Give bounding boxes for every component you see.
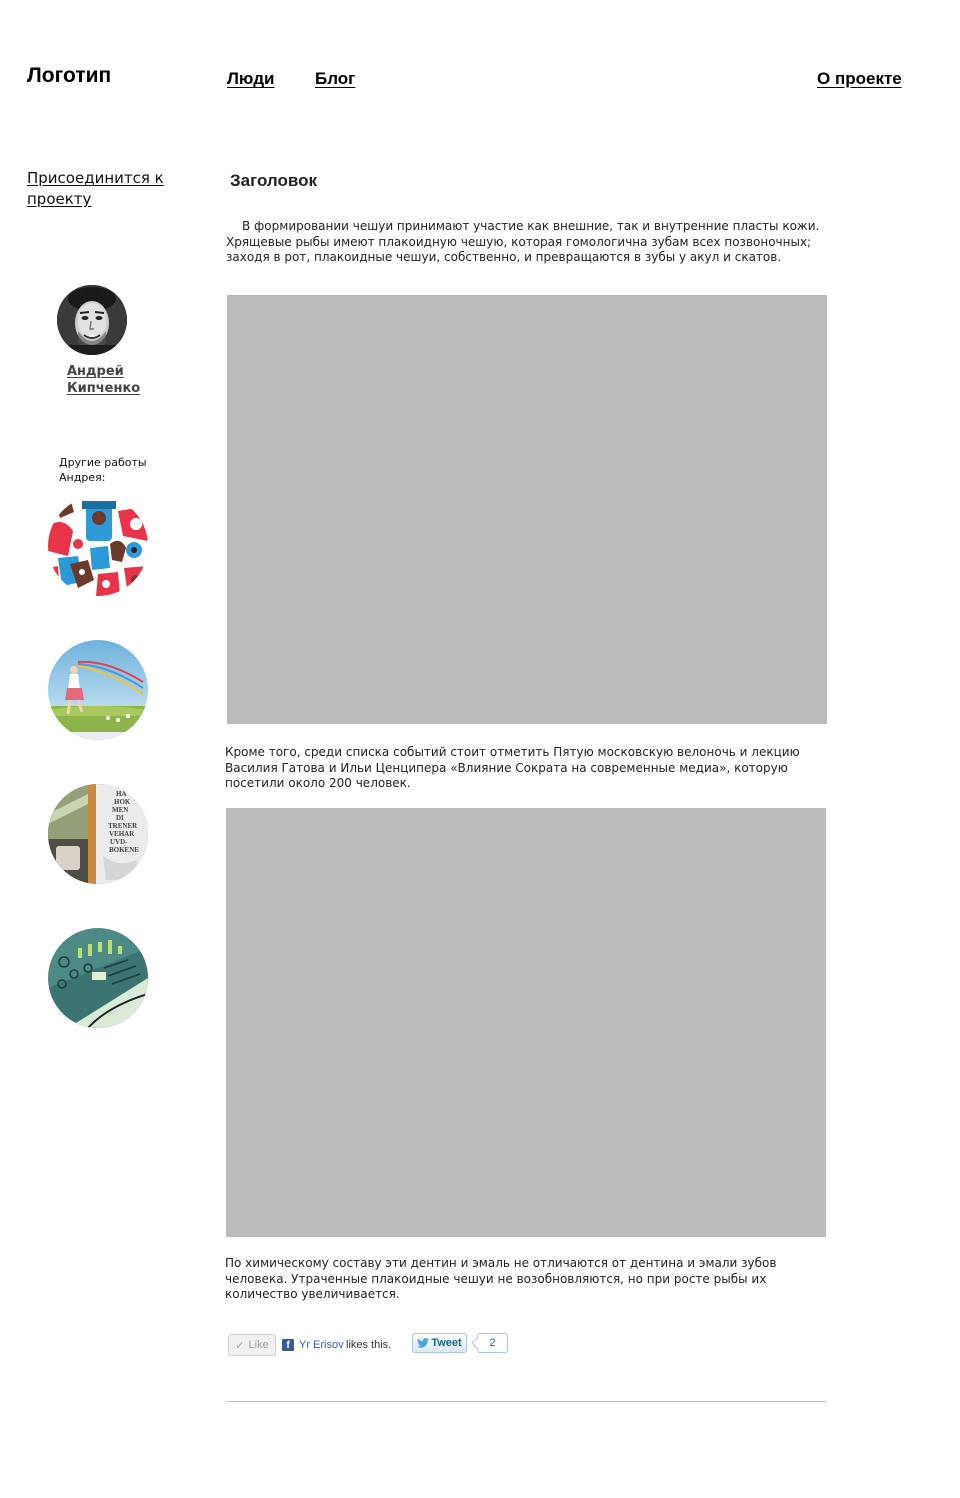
like-label: Like <box>248 1339 269 1351</box>
author-name-link[interactable]: Андрей Кипченко <box>67 363 177 397</box>
svg-text:TRENER: TRENER <box>108 822 138 830</box>
tweet-count-bubble: 2 <box>477 1333 508 1353</box>
logo[interactable]: Логотип <box>27 64 111 88</box>
svg-text:VEHAR: VEHAR <box>109 830 135 838</box>
author-last-name: Кипченко <box>67 381 141 396</box>
svg-text:DI: DI <box>116 814 124 822</box>
join-project-link[interactable]: Присоединится к проекту <box>27 168 177 210</box>
facebook-user-link[interactable]: Yr Erisov <box>299 1339 344 1351</box>
twitter-bird-icon <box>417 1338 430 1348</box>
tweet-button[interactable]: Tweet <box>412 1333 467 1353</box>
books-poster-icon: HA HOK MEN DI TRENER VEHAR UVD- BOKENE <box>48 784 148 884</box>
teal-map-icon <box>48 928 148 1028</box>
other-works-label: Другие работы Андрея: <box>59 456 147 484</box>
article-image-1 <box>227 295 827 724</box>
article-paragraph-2: Кроме того, среди списка событий стоит о… <box>225 745 800 790</box>
article-image-2 <box>226 808 826 1237</box>
work-thumbnail-2[interactable] <box>48 640 148 740</box>
author-portrait-icon <box>57 285 127 355</box>
work-thumbnail-4[interactable] <box>48 928 148 1028</box>
article-heading: Заголовок <box>230 171 318 190</box>
footer-divider <box>226 1401 826 1402</box>
girl-with-kite-icon <box>48 640 148 740</box>
facebook-icon: f <box>282 1339 294 1351</box>
work-thumbnail-1[interactable] <box>48 496 148 596</box>
facebook-likes-text: likes this. <box>346 1339 392 1351</box>
svg-text:HOK: HOK <box>114 798 131 806</box>
nav-blog-link[interactable]: Блог <box>315 69 355 89</box>
facebook-like-button[interactable]: ✓ Like <box>228 1334 276 1356</box>
checkmark-icon: ✓ <box>235 1339 245 1352</box>
nav-people-link[interactable]: Люди <box>227 69 274 89</box>
work-thumbnail-3[interactable]: HA HOK MEN DI TRENER VEHAR UVD- BOKENE <box>48 784 148 884</box>
article-paragraph-1: В формировании чешуи принимают участие к… <box>226 219 820 264</box>
tweet-label: Tweet <box>431 1337 462 1349</box>
author-avatar[interactable] <box>57 285 127 355</box>
nav-about-link[interactable]: О проекте <box>817 69 902 89</box>
colorful-pattern-icon <box>48 496 148 596</box>
svg-text:BOKENE: BOKENE <box>109 846 139 854</box>
svg-text:MEN: MEN <box>112 806 128 814</box>
svg-text:UVD-: UVD- <box>110 838 128 846</box>
author-first-name: Андрей <box>67 364 124 379</box>
article-paragraph-3: По химическому составу эти дентин и эмал… <box>225 1256 777 1301</box>
svg-text:HA: HA <box>116 790 127 798</box>
